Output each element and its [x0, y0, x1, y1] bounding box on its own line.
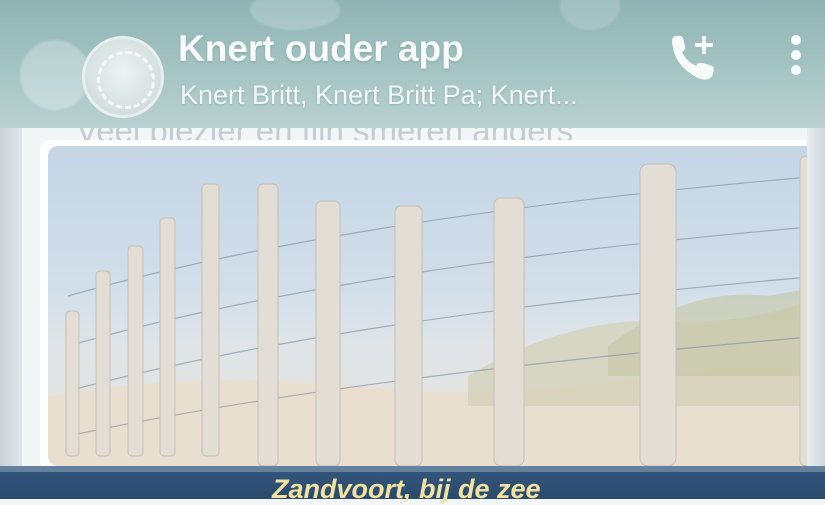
- bokeh-light: [20, 40, 90, 110]
- message-photo[interactable]: [48, 146, 822, 466]
- group-avatar[interactable]: [82, 36, 164, 118]
- chat-header: Knert ouder app Knert Britt, Knert Britt…: [0, 0, 825, 128]
- more-options-button[interactable]: [776, 26, 816, 90]
- chat-title[interactable]: Knert ouder app: [178, 28, 464, 70]
- bokeh-light: [250, 0, 340, 30]
- image-caption: Zandvoort, bij de zee: [272, 474, 541, 504]
- avatar-emblem: [97, 51, 155, 109]
- chat-participants[interactable]: Knert Britt, Knert Britt Pa; Knert...: [180, 80, 630, 111]
- add-call-button[interactable]: [662, 26, 726, 90]
- more-vert-icon: [791, 35, 801, 75]
- bottom-bar-mist: [0, 466, 825, 472]
- bokeh-light: [560, 0, 620, 30]
- beach-fence-photo: [48, 146, 822, 466]
- add-call-icon: [672, 35, 714, 80]
